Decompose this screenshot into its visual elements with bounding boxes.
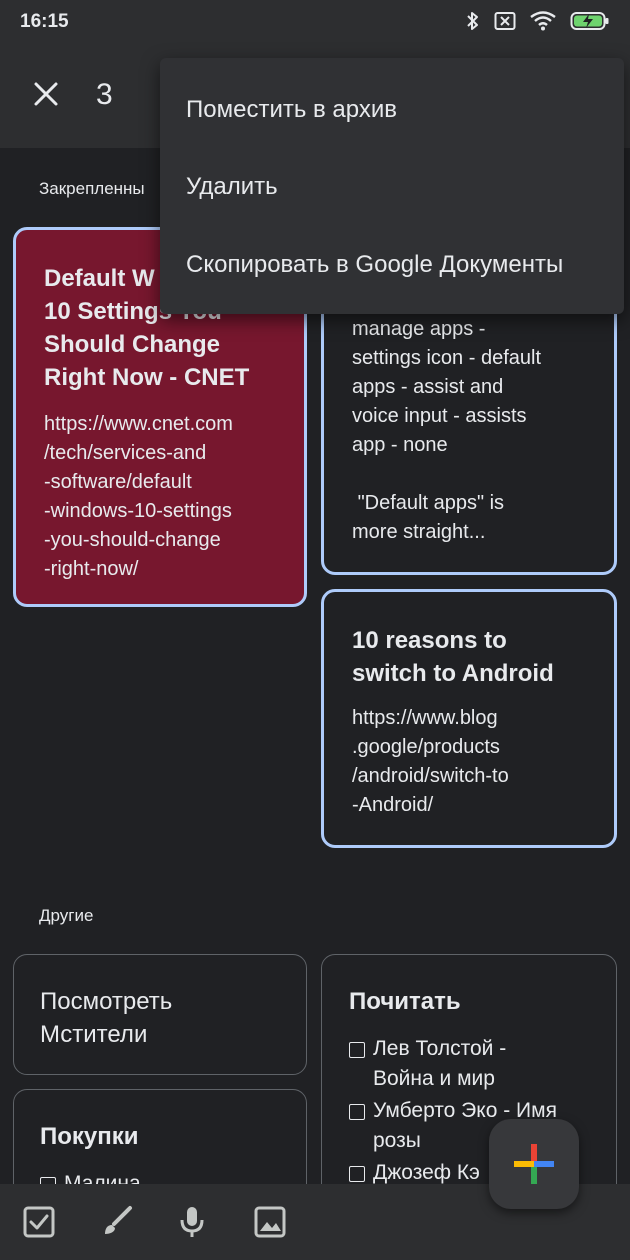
brush-icon[interactable]	[99, 1204, 135, 1240]
checkbox-icon[interactable]	[349, 1166, 365, 1182]
menu-item-archive[interactable]: Поместить в архив	[186, 96, 397, 124]
checklist-item-text: Джозеф Кэ	[373, 1161, 480, 1184]
note-card[interactable]: 10 reasons to switch to Android https://…	[321, 589, 617, 848]
sim-icon	[494, 12, 516, 30]
note-card[interactable]: Посмотреть Мстители	[13, 954, 307, 1075]
section-pinned-label: Закрепленны	[39, 179, 145, 198]
note-body: manage apps - settings icon - default ap…	[352, 318, 541, 543]
image-icon[interactable]	[252, 1204, 288, 1240]
battery-charging-icon	[570, 12, 609, 30]
close-selection-button[interactable]	[26, 74, 66, 114]
checkbox-icon[interactable]	[21, 1204, 57, 1240]
selected-count: 3	[96, 78, 113, 111]
bluetooth-icon	[467, 12, 478, 30]
overflow-menu: Поместить в архив Удалить Скопировать в …	[160, 58, 624, 314]
note-body: https://www.blog .google/products /andro…	[352, 707, 509, 816]
menu-item-copy-to-docs[interactable]: Скопировать в Google Документы	[186, 251, 563, 279]
checkbox-icon[interactable]	[349, 1104, 365, 1120]
menu-item-delete[interactable]: Удалить	[186, 173, 278, 201]
mic-icon[interactable]	[174, 1204, 210, 1240]
close-icon	[34, 82, 58, 106]
status-icons	[466, 10, 610, 32]
note-card[interactable]: manage apps - settings icon - default ap…	[321, 288, 617, 575]
checklist-item-text: Лев Толстой - Война и мир	[373, 1037, 507, 1090]
checklist-item-text: Малина	[64, 1172, 141, 1184]
note-card[interactable]: Покупки Малина	[13, 1089, 307, 1184]
new-note-button[interactable]	[489, 1119, 579, 1209]
checklist-item: Малина	[40, 1169, 290, 1184]
checkbox-icon[interactable]	[40, 1177, 56, 1184]
note-title: Почитать	[349, 988, 461, 1015]
note-title: Покупки	[40, 1123, 139, 1150]
status-bar: 16:15	[0, 0, 630, 44]
checklist-item: Лев Толстой - Война и мир	[349, 1034, 604, 1094]
checkbox-icon[interactable]	[349, 1042, 365, 1058]
status-time: 16:15	[20, 11, 69, 32]
section-others-label: Другие	[39, 906, 94, 925]
note-title: 10 reasons to switch to Android	[352, 627, 554, 687]
wifi-icon	[530, 11, 556, 31]
note-title: Посмотреть Мстители	[40, 988, 173, 1048]
add-icon	[514, 1144, 554, 1184]
note-body: https://www.cnet.com /tech/services-and …	[44, 413, 233, 580]
